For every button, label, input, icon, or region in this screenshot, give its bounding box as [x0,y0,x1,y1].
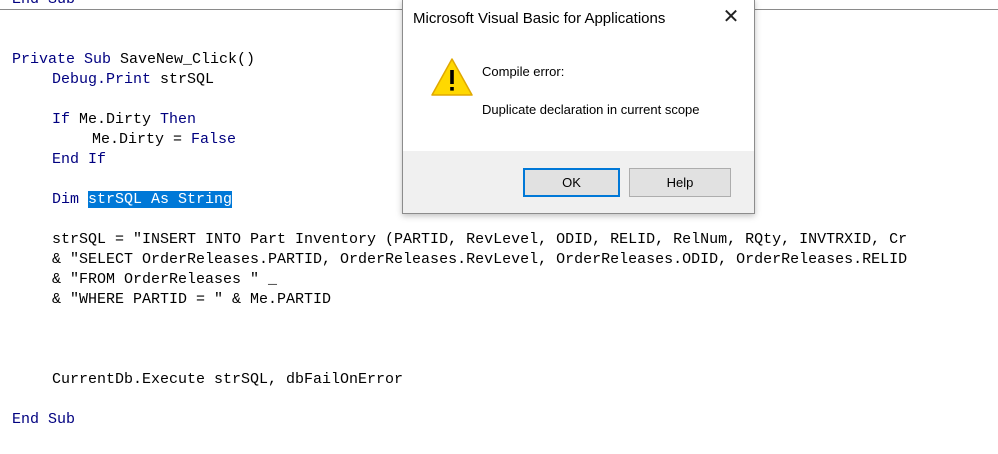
code-line-end-sub-prev: End Sub [12,0,75,10]
keyword: Then [160,111,197,128]
code-line-dirty-assign: Me.Dirty = False [12,130,236,150]
code-line-dim: Dim strSQL As String [12,190,233,210]
keyword: Debug.Print [52,71,152,88]
error-heading: Compile error: [482,64,565,79]
keyword: False [191,131,237,148]
code-line-sql-select: & "SELECT OrderReleases.PARTID, OrderRel… [52,251,908,268]
code-text: Me.Dirty [70,111,161,128]
code-line-if: If Me.Dirty Then [12,110,196,130]
ok-button[interactable]: OK [523,168,620,197]
keyword: Private Sub [12,51,112,68]
keyword: If [52,111,71,128]
dialog-button-bar: OK Help [403,151,754,213]
code-line-sql-where: & "WHERE PARTID = " & Me.PARTID [52,291,332,308]
selected-text[interactable]: strSQL As String [88,191,233,208]
code-line-end-if: End If [52,151,107,168]
code-line-end-sub: End Sub [12,411,76,428]
code-text: strSQL [151,71,215,88]
code-line-sql-insert: strSQL = "INSERT INTO Part Inventory (PA… [52,231,908,248]
code-line-sub-declaration: Private Sub SaveNew_Click() [12,50,255,70]
code-line-debug-print: Debug.Print strSQL [12,70,214,90]
code-text: Me.Dirty = [92,131,192,148]
code-text: SaveNew_Click() [111,51,256,68]
code-line-execute: CurrentDb.Execute strSQL, dbFailOnError [52,371,404,388]
warning-icon [431,58,473,96]
error-message: Duplicate declaration in current scope [482,102,700,117]
dialog-title: Microsoft Visual Basic for Applications [413,10,666,27]
code-line-sql-from: & "FROM OrderReleases " _ [52,271,278,288]
keyword: Dim [52,191,80,208]
compile-error-dialog: Microsoft Visual Basic for Applications … [402,0,755,214]
close-icon[interactable]: ✕ [720,6,742,28]
help-button[interactable]: Help [629,168,731,197]
